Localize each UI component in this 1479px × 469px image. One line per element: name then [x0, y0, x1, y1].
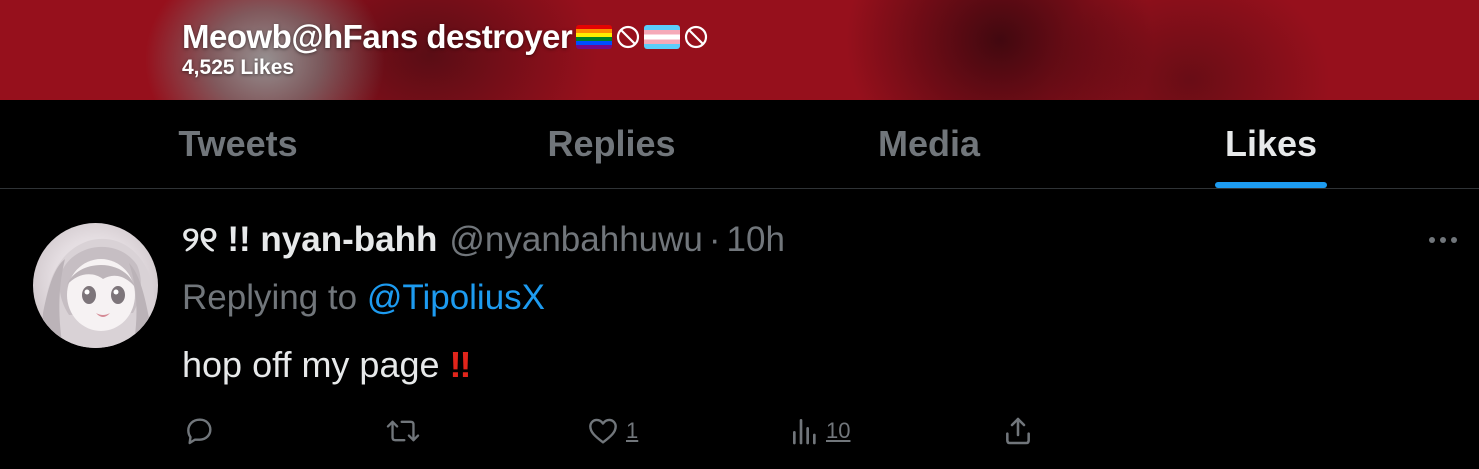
no-entry-icon — [617, 25, 640, 49]
replying-to-mention[interactable]: @TipoliusX — [367, 278, 545, 317]
tab-label: Tweets — [178, 123, 298, 164]
replying-prefix: Replying to — [182, 278, 358, 317]
trans-flag-icon — [644, 25, 681, 49]
tab-label: Replies — [547, 123, 676, 164]
profile-likes-count: 4,525 Likes — [182, 56, 295, 79]
more-icon[interactable] — [1428, 236, 1458, 244]
like-count: 1 — [626, 418, 639, 443]
tweet-text: hop off my page!! — [182, 344, 472, 386]
like-icon — [589, 418, 617, 444]
views-icon — [793, 419, 816, 445]
avatar[interactable] — [33, 223, 158, 348]
active-tab-indicator — [1215, 182, 1327, 188]
separator-dot: · — [708, 220, 721, 259]
view-count: 10 — [826, 418, 851, 443]
reply-icon — [187, 418, 212, 445]
replying-to: Replying to @TipoliusX — [182, 278, 545, 318]
profile-name: Meowb@hFans destroyer — [182, 18, 708, 56]
double-exclamation-icon: !! — [449, 344, 472, 385]
rainbow-flag-icon — [576, 25, 613, 49]
profile-header-banner: Meowb@hFans destroyer 4,525 Likes — [0, 0, 1479, 100]
no-entry-icon — [685, 25, 708, 49]
tab-likes[interactable]: Likes — [1050, 100, 1479, 188]
display-name[interactable]: ୨୧ !! nyan-bahh — [182, 220, 437, 260]
profile-tabs: Tweets Replies Media Likes — [0, 100, 1479, 189]
share-icon — [1006, 417, 1030, 445]
retweet-button[interactable] — [386, 415, 420, 447]
tweet-body: hop off my page — [182, 344, 440, 385]
tweet-header: ୨୧ !! nyan-bahh @nyanbahhuwu · 10h — [182, 220, 785, 260]
tweet[interactable]: ୨୧ !! nyan-bahh @nyanbahhuwu · 10h Reply… — [0, 190, 1479, 469]
share-button[interactable] — [1002, 415, 1034, 447]
profile-name-text: Meowb@hFans destroyer — [182, 18, 573, 55]
avatar-image — [33, 238, 158, 348]
tab-label: Likes — [1224, 123, 1318, 164]
retweet-icon — [386, 420, 420, 442]
like-button[interactable]: 1 — [586, 415, 638, 447]
reply-button[interactable] — [183, 415, 215, 447]
tab-label: Media — [877, 123, 981, 164]
user-handle[interactable]: @nyanbahhuwu — [449, 220, 703, 260]
tweet-time[interactable]: 10h — [727, 220, 785, 260]
views-button[interactable]: 10 — [790, 415, 850, 447]
